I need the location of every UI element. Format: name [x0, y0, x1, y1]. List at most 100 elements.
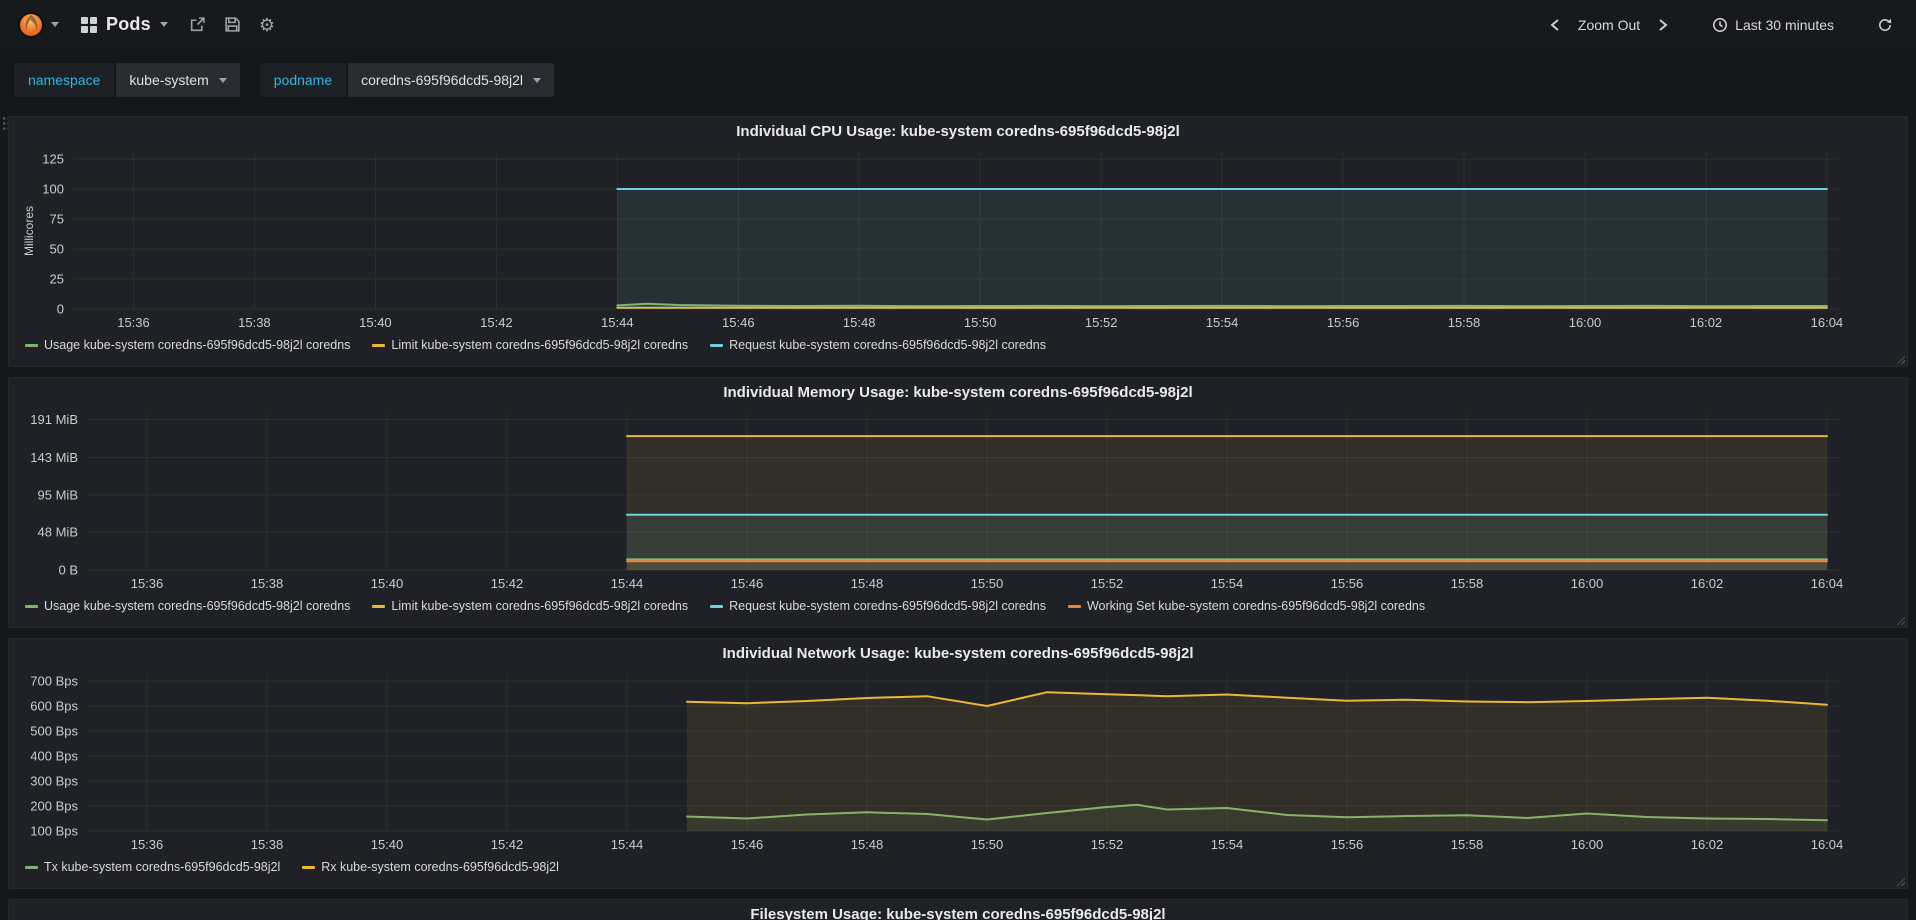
- x-tick-label: 15:38: [238, 315, 271, 330]
- legend-series-label: Limit kube-system coredns-695f96dcd5-98j…: [391, 599, 689, 613]
- legend-item[interactable]: Request kube-system coredns-695f96dcd5-9…: [710, 338, 1046, 352]
- variable-podname: podname coredns-695f96dcd5-98j2l: [259, 63, 555, 97]
- y-axis-label: Millicores: [22, 206, 36, 256]
- series-fill: [627, 561, 1827, 570]
- y-tick-label: 143 MiB: [30, 450, 78, 465]
- panel-title-memory[interactable]: Individual Memory Usage: kube-system cor…: [17, 380, 1899, 406]
- x-tick-label: 15:58: [1451, 576, 1484, 591]
- refresh-button[interactable]: [1868, 11, 1902, 39]
- panel-memory-usage: Individual Memory Usage: kube-system cor…: [8, 377, 1908, 628]
- save-icon: [225, 17, 240, 32]
- dashboard-picker[interactable]: Pods: [69, 8, 180, 41]
- legend-series-icon: [25, 865, 38, 869]
- legend-series-icon: [302, 865, 316, 869]
- legend-item[interactable]: Tx kube-system coredns-695f96dcd5-98j2l: [25, 860, 280, 874]
- x-tick-label: 15:52: [1085, 315, 1118, 330]
- series-fill: [617, 189, 1827, 309]
- variable-namespace-value-dropdown[interactable]: kube-system: [116, 63, 240, 97]
- x-tick-label: 15:58: [1448, 315, 1481, 330]
- cpu-legend: Usage kube-system coredns-695f96dcd5-98j…: [17, 335, 1899, 355]
- y-tick-label: 48 MiB: [38, 525, 78, 540]
- y-tick-label: 700 Bps: [30, 674, 78, 689]
- grid-icon: [81, 16, 97, 33]
- legend-item[interactable]: Usage kube-system coredns-695f96dcd5-98j…: [25, 338, 350, 352]
- x-tick-label: 15:54: [1211, 837, 1244, 852]
- y-tick-label: 125: [42, 152, 64, 167]
- legend-item[interactable]: Request kube-system coredns-695f96dcd5-9…: [710, 599, 1046, 613]
- x-tick-label: 16:02: [1690, 315, 1723, 330]
- x-tick-label: 15:50: [971, 837, 1004, 852]
- legend-series-icon: [25, 604, 38, 608]
- grafana-logo[interactable]: [14, 6, 69, 44]
- x-tick-label: 15:44: [611, 837, 644, 852]
- legend-item[interactable]: Working Set kube-system coredns-695f96dc…: [1067, 599, 1426, 613]
- x-tick-label: 15:50: [971, 576, 1004, 591]
- legend-series-label: Request kube-system coredns-695f96dcd5-9…: [729, 599, 1046, 613]
- y-tick-label: 50: [50, 242, 64, 257]
- x-tick-label: 16:00: [1569, 315, 1602, 330]
- network-usage-chart[interactable]: 100 Bps 200 Bps 300 Bps 400 Bps 500 Bps 600 B…: [17, 667, 1899, 857]
- navbar: Pods ⚙ Zoom Out Last 30 minutes: [0, 0, 1916, 50]
- legend-series-icon: [1067, 604, 1081, 608]
- legend-series-label: Working Set kube-system coredns-695f96dc…: [1086, 599, 1426, 613]
- x-tick-label: 15:42: [480, 315, 513, 330]
- panel-title-cpu[interactable]: Individual CPU Usage: kube-system coredn…: [17, 119, 1899, 145]
- chevron-down-icon: [51, 22, 59, 27]
- x-tick-label: 15:52: [1091, 837, 1124, 852]
- y-tick-label: 75: [50, 212, 64, 227]
- save-button[interactable]: [215, 10, 250, 39]
- time-range-label: Last 30 minutes: [1735, 16, 1834, 33]
- x-tick-label: 15:36: [117, 315, 150, 330]
- legend-item[interactable]: Limit kube-system coredns-695f96dcd5-98j…: [372, 338, 688, 352]
- legend-item[interactable]: Usage kube-system coredns-695f96dcd5-98j…: [25, 599, 350, 613]
- x-tick-label: 15:42: [491, 837, 524, 852]
- x-tick-label: 16:02: [1691, 576, 1724, 591]
- chevron-right-icon: [1659, 18, 1668, 31]
- variable-namespace: namespace kube-system: [14, 63, 240, 97]
- x-tick-label: 15:36: [131, 837, 164, 852]
- x-tick-label: 15:46: [722, 315, 755, 330]
- chevron-down-icon: [533, 77, 542, 83]
- clock-icon: [1713, 17, 1728, 32]
- x-tick-label: 15:46: [731, 837, 764, 852]
- time-range-button[interactable]: Last 30 minutes: [1702, 11, 1844, 39]
- zoom-out-button[interactable]: Zoom Out: [1574, 17, 1644, 33]
- legend-item[interactable]: Limit kube-system coredns-695f96dcd5-98j…: [372, 599, 688, 613]
- share-button[interactable]: [180, 10, 215, 39]
- legend-series-icon: [710, 604, 724, 608]
- y-tick-label: 95 MiB: [38, 488, 78, 503]
- x-tick-label: 15:58: [1451, 837, 1484, 852]
- x-tick-label: 16:02: [1691, 837, 1724, 852]
- panel-cpu-usage: Individual CPU Usage: kube-system coredn…: [8, 116, 1908, 367]
- memory-usage-chart[interactable]: 0 B 48 MiB 95 MiB 143 MiB 191 MiB 15:36 15:38 1…: [17, 406, 1899, 596]
- y-tick-label: 100: [42, 182, 64, 197]
- time-shift-back-button[interactable]: [1540, 12, 1570, 38]
- refresh-icon: [1879, 18, 1892, 31]
- submenu-variables: namespace kube-system podname coredns-69…: [0, 50, 1916, 110]
- variable-podname-value-dropdown[interactable]: coredns-695f96dcd5-98j2l: [348, 63, 555, 97]
- settings-button[interactable]: ⚙: [250, 11, 284, 39]
- legend-item[interactable]: Rx kube-system coredns-695f96dcd5-98j2l: [302, 860, 559, 874]
- time-shift-forward-button[interactable]: [1648, 12, 1678, 38]
- y-tick-label: 600 Bps: [30, 699, 78, 714]
- x-tick-label: 15:36: [131, 576, 164, 591]
- variable-namespace-value: kube-system: [129, 72, 209, 88]
- x-tick-label: 15:40: [359, 315, 392, 330]
- network-legend: Tx kube-system coredns-695f96dcd5-98j2l R…: [17, 857, 1899, 877]
- panel-title-network[interactable]: Individual Network Usage: kube-system co…: [17, 641, 1899, 667]
- chevron-left-icon: [1550, 18, 1559, 31]
- variable-podname-value: coredns-695f96dcd5-98j2l: [361, 72, 524, 88]
- x-tick-label: 15:52: [1091, 576, 1124, 591]
- cpu-usage-chart[interactable]: 0 25 50 75 100 125 15:36 15:38 15:40 15:42 15:44 15…: [17, 145, 1899, 335]
- x-tick-label: 15:46: [731, 576, 764, 591]
- panel-title-filesystem[interactable]: Filesystem Usage: kube-system coredns-69…: [17, 902, 1899, 920]
- y-tick-label: 191 MiB: [30, 412, 78, 427]
- x-tick-label: 15:54: [1211, 576, 1244, 591]
- y-tick-label: 500 Bps: [30, 724, 78, 739]
- chevron-down-icon: [159, 22, 168, 27]
- chevron-down-icon: [218, 77, 227, 83]
- x-tick-label: 15:42: [491, 576, 524, 591]
- legend-series-label: Request kube-system coredns-695f96dcd5-9…: [729, 338, 1046, 352]
- x-tick-label: 15:56: [1331, 837, 1364, 852]
- variable-namespace-label: namespace: [14, 63, 115, 97]
